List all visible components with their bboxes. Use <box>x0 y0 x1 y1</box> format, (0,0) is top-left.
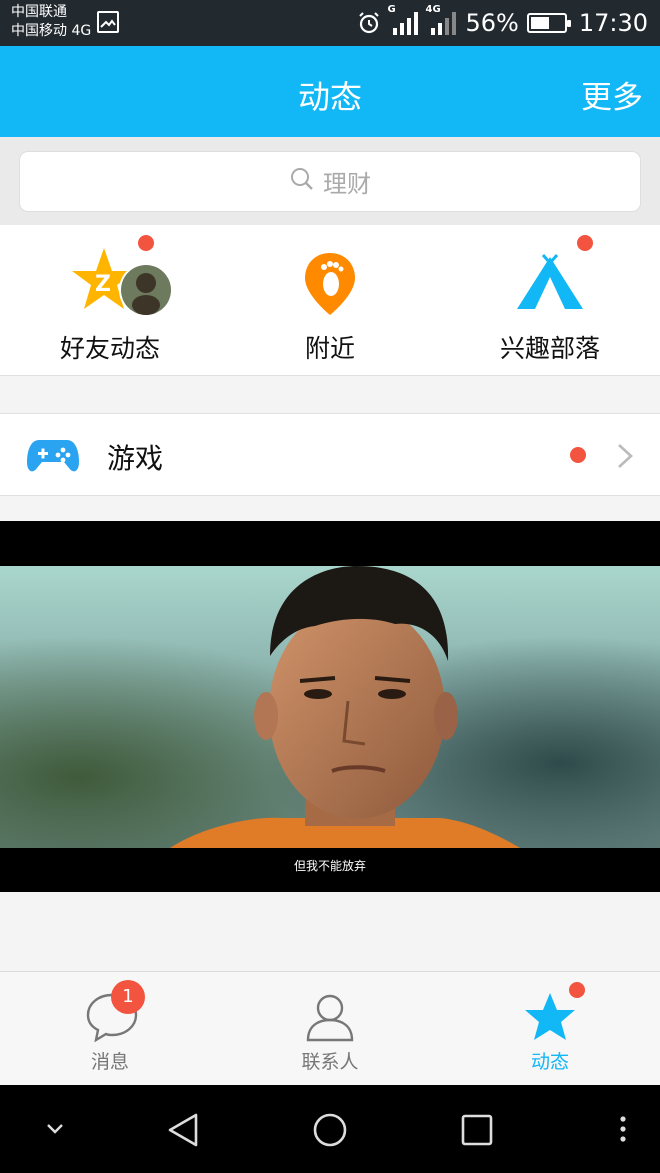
tab-contacts[interactable]: 联系人 <box>220 972 440 1086</box>
notification-dot <box>138 235 154 251</box>
status-bar: 中国联通 中国移动 4G G 4G 56% 17:30 <box>0 0 660 46</box>
page-title: 动态 <box>297 78 362 116</box>
tab-label: 消息 <box>90 1051 129 1073</box>
shortcut-friend-feed[interactable]: Z 好友动态 <box>0 225 220 376</box>
home-icon[interactable] <box>312 1112 348 1152</box>
tab-messages[interactable]: 1 消息 <box>0 972 220 1086</box>
alarm-icon <box>357 11 381 35</box>
search-input[interactable]: 理财 <box>19 151 641 212</box>
shortcut-nearby[interactable]: 附近 <box>220 225 440 376</box>
back-icon[interactable] <box>166 1112 200 1152</box>
search-icon <box>289 166 315 198</box>
notification-dot <box>577 235 593 251</box>
collapse-icon[interactable] <box>44 1121 66 1140</box>
recents-icon[interactable] <box>460 1113 494 1151</box>
notification-dot <box>570 447 586 463</box>
star-icon <box>524 992 576 1046</box>
bottom-tab-bar: 1 消息 联系人 动态 <box>0 971 660 1085</box>
menu-icon[interactable] <box>618 1115 628 1147</box>
carrier-info: 中国联通 中国移动 4G <box>11 3 91 41</box>
tent-icon <box>515 253 585 317</box>
games-row[interactable]: 游戏 <box>0 413 660 496</box>
tab-label: 动态 <box>530 1051 569 1073</box>
carrier-1: 中国联通 <box>11 4 67 20</box>
unread-badge: 1 <box>111 980 145 1014</box>
search-placeholder: 理财 <box>323 170 371 198</box>
contacts-icon <box>304 992 356 1046</box>
shortcut-row: Z 好友动态 附近 兴趣部落 <box>0 225 660 376</box>
video-player[interactable]: 但我不能放弃 <box>0 521 660 892</box>
tab-label: 联系人 <box>301 1051 359 1073</box>
system-nav-bar <box>0 1085 660 1173</box>
footprint-pin-icon <box>303 251 357 321</box>
carrier-2: 中国移动 4G <box>11 23 92 39</box>
shortcut-label: 兴趣部落 <box>499 334 600 363</box>
screenshot-notification-icon <box>97 11 119 33</box>
video-subtitle: 但我不能放弃 <box>293 859 366 873</box>
shortcut-interest-tribe[interactable]: 兴趣部落 <box>440 225 660 376</box>
signal-2-type: 4G <box>425 4 441 15</box>
svg-text:Z: Z <box>95 272 111 297</box>
clock: 17:30 <box>578 9 648 37</box>
shortcut-label: 附近 <box>304 334 355 363</box>
battery-percent: 56% <box>465 9 519 37</box>
shortcut-label: 好友动态 <box>59 334 160 363</box>
qzone-star-icon: Z <box>72 245 176 321</box>
games-label: 游戏 <box>107 442 164 475</box>
notification-dot <box>569 982 585 998</box>
signal-1-type: G <box>387 4 396 15</box>
more-button[interactable]: 更多 <box>581 72 643 117</box>
battery-icon <box>526 13 571 33</box>
chevron-right-icon <box>615 442 635 474</box>
search-area: 理财 <box>0 137 660 225</box>
signal-1-icon: G <box>387 4 419 36</box>
gamepad-icon <box>27 436 79 480</box>
tab-feed[interactable]: 动态 <box>440 972 660 1086</box>
header-bar: 动态 更多 <box>0 46 660 137</box>
signal-2-icon: 4G <box>425 4 457 36</box>
video-frame <box>0 566 660 848</box>
